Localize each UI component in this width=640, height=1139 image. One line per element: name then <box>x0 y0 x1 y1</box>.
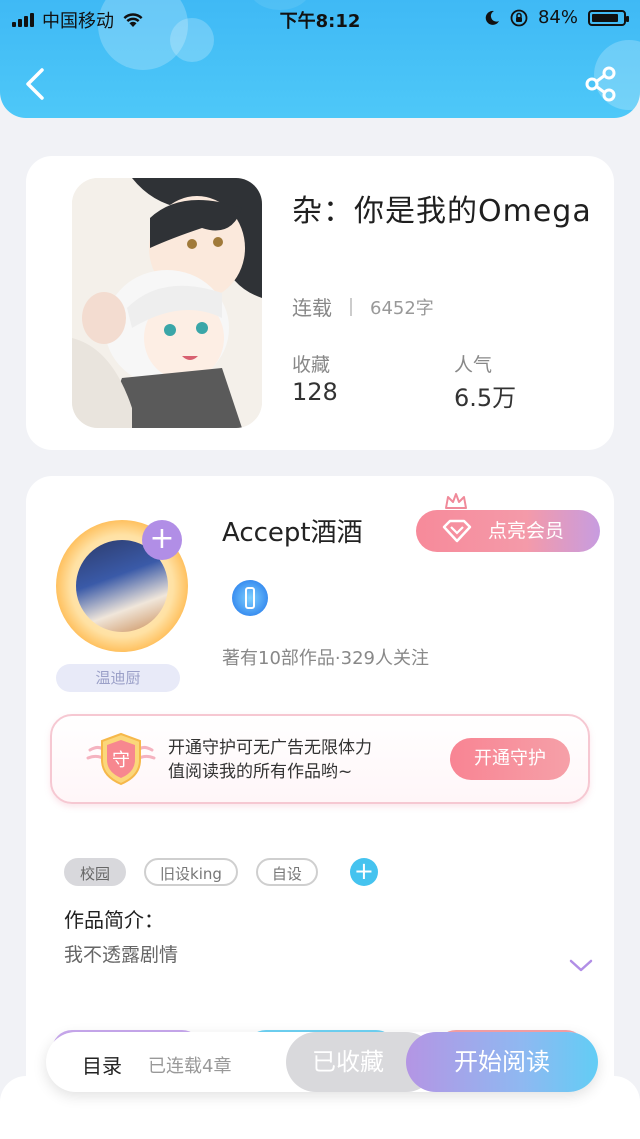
tag-campus[interactable]: 校园 <box>64 858 127 886</box>
chapter-count: 已连载4章 <box>148 1056 232 1077</box>
header: 中国移动 下午8:12 84% <box>0 0 640 118</box>
bottom-action-bar: 目录 已连载4章 已收藏 开始阅读 <box>46 1032 598 1092</box>
rotation-lock-icon <box>510 9 528 26</box>
guard-banner: 守 开通守护可无广告无限体力 值阅读我的所有作品哟~ 开通守护 <box>50 714 590 804</box>
start-reading-button[interactable]: 开始阅读 <box>406 1032 598 1092</box>
open-guard-button[interactable]: 开通守护 <box>450 738 570 780</box>
cover-illustration <box>72 178 262 428</box>
author-stats: 著有10部作品·329人关注 <box>222 648 429 669</box>
serial-status: 连载 <box>292 296 332 320</box>
author-card: + 温迪厨 Accept酒酒 点亮会员 著有10部作品·329人关注 守 开通守… <box>26 476 614 1116</box>
share-icon <box>585 66 616 102</box>
diamond-icon <box>442 519 472 543</box>
table-of-contents-button[interactable]: 目录 <box>82 1050 122 1079</box>
chevron-left-icon <box>26 68 44 100</box>
favorited-label: 已收藏 <box>312 1048 384 1076</box>
favorites-label: 收藏 <box>292 354 331 376</box>
crown-icon <box>445 493 467 509</box>
moon-icon <box>485 10 499 25</box>
battery-percent: 84% <box>537 7 578 28</box>
book-info-card: 杂：你是我的Omega 连载 6452字 收藏 128 人气 6.5万 <box>26 156 614 450</box>
guard-shield-icon: 守 <box>86 732 156 786</box>
vip-button-label: 点亮会员 <box>488 520 565 542</box>
add-tag-button[interactable]: + <box>349 858 378 886</box>
meta-divider <box>350 297 352 316</box>
status-bar: 中国移动 下午8:12 84% <box>0 0 640 36</box>
level-badge-icon <box>232 580 268 616</box>
battery-icon <box>588 9 629 26</box>
popularity-label: 人气 <box>454 354 493 376</box>
favorites-value: 128 <box>292 378 338 406</box>
tag-custom-setting[interactable]: 自设 <box>255 858 318 886</box>
back-button[interactable] <box>18 64 52 104</box>
share-button[interactable] <box>584 66 618 102</box>
word-count: 6452字 <box>370 297 434 319</box>
guard-line-1: 开通守护可无广告无限体力 <box>168 738 372 758</box>
book-title: 杂：你是我的Omega <box>292 194 592 229</box>
intro-text: 我不透露剧情 <box>64 944 179 966</box>
tag-list: 校园 旧设king 自设 + <box>64 858 378 886</box>
book-cover-image[interactable] <box>72 178 262 428</box>
follow-button[interactable]: + <box>142 520 182 560</box>
vip-button[interactable]: 点亮会员 <box>416 510 600 552</box>
author-tag: 温迪厨 <box>56 664 180 692</box>
svg-text:守: 守 <box>112 750 130 771</box>
tag-old-setting-king[interactable]: 旧设king <box>144 858 238 886</box>
chevron-down-icon[interactable] <box>568 958 594 974</box>
intro-heading: 作品简介： <box>64 908 164 932</box>
guard-description: 开通守护可无广告无限体力 值阅读我的所有作品哟~ <box>168 736 372 784</box>
guard-line-2: 值阅读我的所有作品哟~ <box>168 762 353 782</box>
popularity-value: 6.5万 <box>454 384 517 412</box>
author-name[interactable]: Accept酒酒 <box>222 512 363 549</box>
book-meta: 连载 6452字 <box>292 292 434 321</box>
